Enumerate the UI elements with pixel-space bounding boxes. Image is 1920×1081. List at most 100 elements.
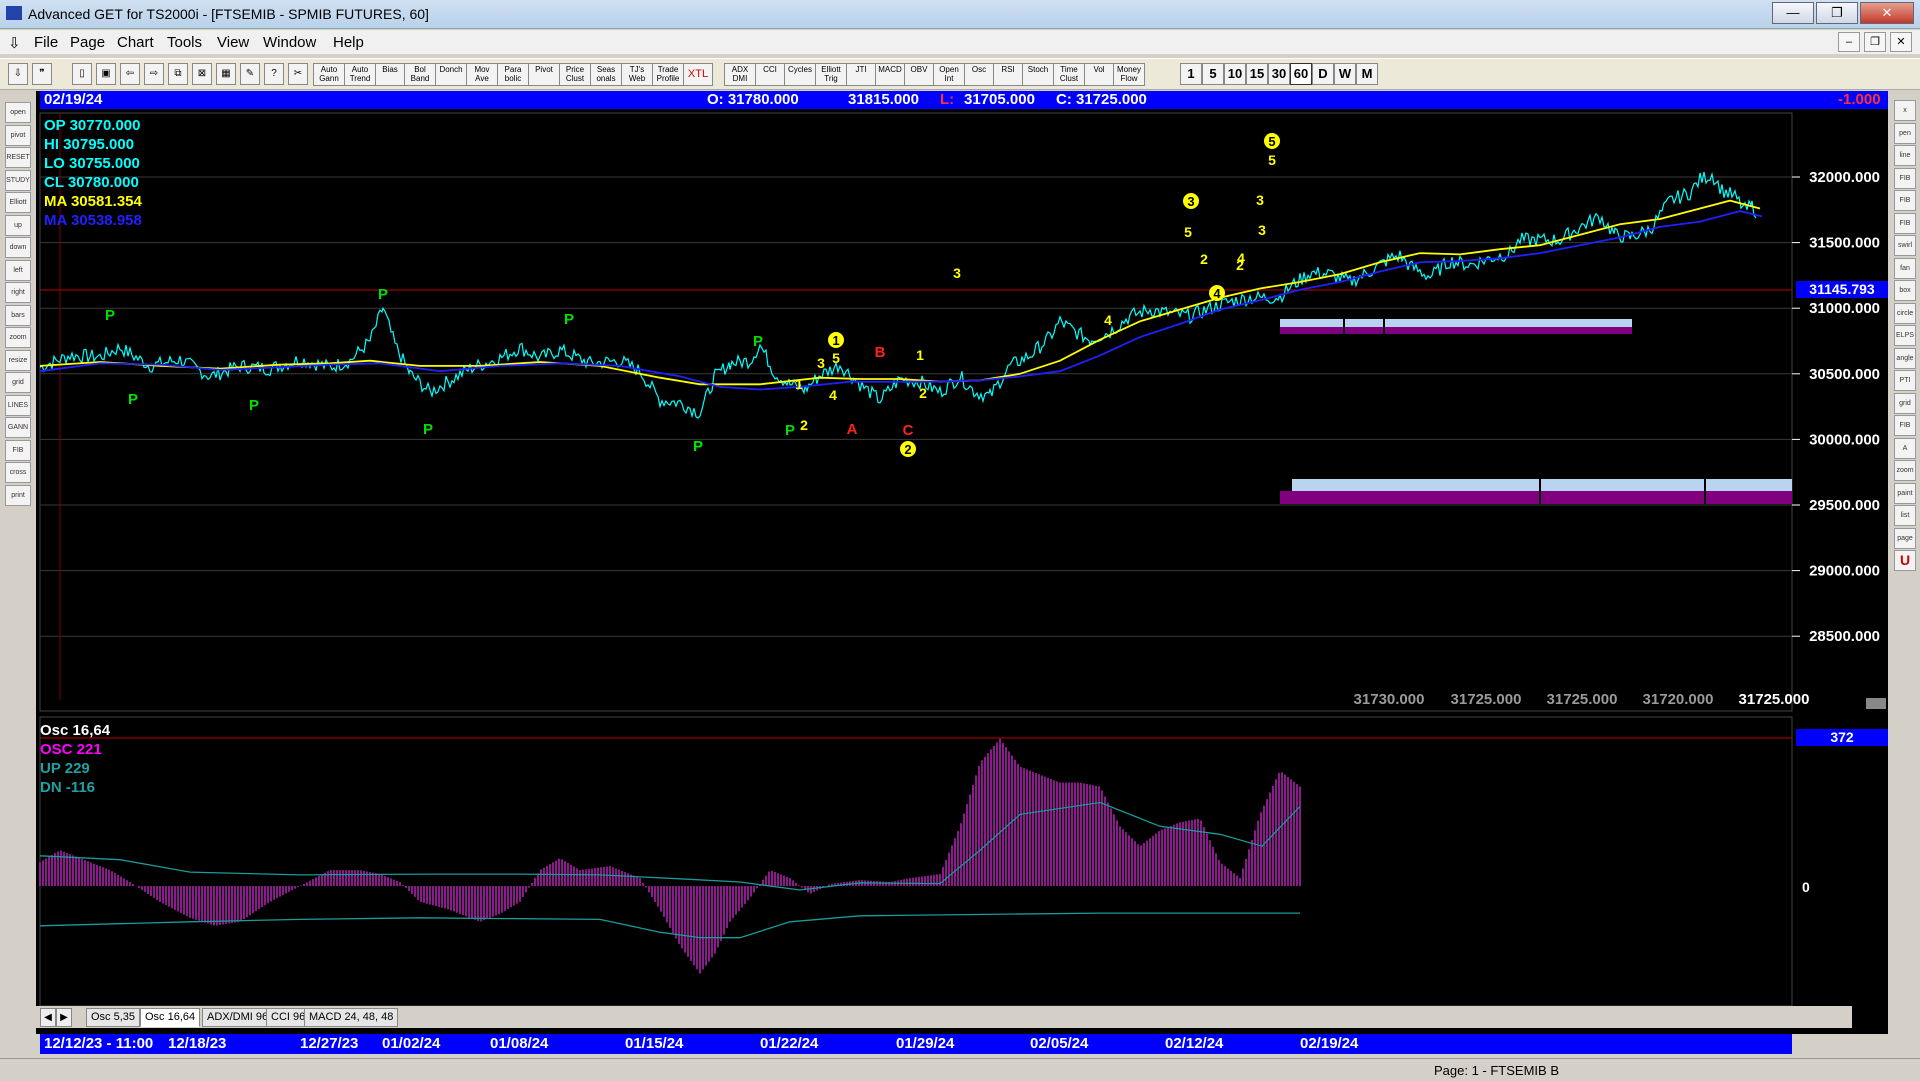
study-button-mov-ave[interactable]: Mov Ave bbox=[466, 63, 498, 86]
toolbar-tool-0[interactable]: ⇩ bbox=[8, 63, 28, 85]
tab-macd[interactable]: MACD 24, 48, 48 bbox=[304, 1008, 399, 1027]
right-tool-circle-icon[interactable]: circle bbox=[1894, 302, 1916, 324]
period-button-w[interactable]: W bbox=[1334, 63, 1356, 85]
left-tool-cross-icon[interactable]: cross bbox=[5, 462, 31, 483]
toolbar-tool-5[interactable]: ⇨ bbox=[144, 63, 164, 85]
right-tool-fib-icon[interactable]: FIB bbox=[1894, 415, 1916, 436]
mdi-close-button[interactable]: ✕ bbox=[1890, 32, 1912, 52]
right-tool-zoom-icon[interactable]: zoom bbox=[1894, 460, 1916, 481]
period-button-10[interactable]: 10 bbox=[1224, 63, 1246, 85]
tab-scroll-left[interactable]: ◀ bbox=[40, 1008, 56, 1027]
study-button-bias[interactable]: Bias bbox=[375, 63, 405, 86]
right-tool-list-icon[interactable]: list bbox=[1894, 505, 1916, 526]
period-button-1[interactable]: 1 bbox=[1180, 63, 1202, 85]
study-button-money-flow[interactable]: Money Flow bbox=[1113, 63, 1145, 86]
study-button-cci[interactable]: CCI bbox=[755, 63, 785, 86]
study-button-auto-gann[interactable]: Auto Gann bbox=[313, 63, 345, 86]
toolbar-tool-10[interactable]: ? bbox=[264, 63, 284, 85]
right-tool-a-icon[interactable]: A bbox=[1894, 437, 1916, 459]
tab-adx-dmi[interactable]: ADX/DMI 96 bbox=[202, 1008, 274, 1027]
price-chart[interactable]: PP PPPPPPPP3 541212345 342352ABC12345 32000… bbox=[36, 109, 1890, 1006]
left-tool-print-icon[interactable]: print bbox=[5, 484, 31, 506]
right-tool-line-icon[interactable]: line bbox=[1894, 145, 1916, 166]
toolbar-tool-8[interactable]: ▦ bbox=[216, 63, 236, 85]
right-tool-paint-icon[interactable]: paint bbox=[1894, 482, 1916, 504]
left-tool-right-icon[interactable]: right bbox=[5, 282, 31, 303]
left-tool-open-icon[interactable]: open bbox=[5, 102, 31, 123]
study-button-time-clust[interactable]: Time Clust bbox=[1053, 63, 1085, 86]
study-button-xtl[interactable]: XTL bbox=[683, 63, 713, 86]
left-tool-pivot-icon[interactable]: pivot bbox=[5, 124, 31, 146]
left-tool-lines-icon[interactable]: LINES bbox=[5, 394, 31, 416]
left-tool-left-icon[interactable]: left bbox=[5, 259, 31, 281]
toolbar-tool-3[interactable]: ▣ bbox=[96, 63, 116, 85]
right-tool-box-icon[interactable]: box bbox=[1894, 280, 1916, 301]
left-tool-zoom-icon[interactable]: zoom bbox=[5, 327, 31, 348]
restore-button[interactable]: ❐ bbox=[1816, 2, 1858, 24]
right-tool-swirl-icon[interactable]: swirl bbox=[1894, 235, 1916, 256]
mdi-minimize-button[interactable]: – bbox=[1838, 32, 1860, 52]
menu-icon[interactable]: ⇩ bbox=[8, 34, 21, 52]
study-button-cycles[interactable]: Cycles bbox=[784, 63, 816, 86]
left-tool-reset-icon[interactable]: RESET bbox=[5, 147, 31, 168]
right-tool-elps-icon[interactable]: ELPS bbox=[1894, 325, 1916, 346]
study-button-open-int[interactable]: Open Int bbox=[933, 63, 965, 86]
right-tool-fib-ret-icon[interactable]: FIB RET bbox=[1894, 167, 1916, 189]
minimize-button[interactable]: — bbox=[1772, 2, 1814, 24]
study-button-elliott-trig[interactable]: Elliott Trig bbox=[815, 63, 847, 86]
study-button-auto-trend[interactable]: Auto Trend bbox=[344, 63, 376, 86]
study-button-donch[interactable]: Donch bbox=[435, 63, 467, 86]
period-button-5[interactable]: 5 bbox=[1202, 63, 1224, 85]
right-tool-fan-icon[interactable]: fan bbox=[1894, 257, 1916, 279]
right-tool-u-icon[interactable]: U bbox=[1894, 550, 1916, 571]
study-button-bol-band[interactable]: Bol Band bbox=[404, 63, 436, 86]
period-button-60[interactable]: 60 bbox=[1290, 63, 1312, 85]
tab-scroll-right[interactable]: ▶ bbox=[56, 1008, 72, 1027]
right-tool-grid-icon[interactable]: grid bbox=[1894, 392, 1916, 414]
menu-page[interactable]: Page bbox=[70, 34, 105, 51]
study-button-pivot[interactable]: Pivot bbox=[528, 63, 560, 86]
study-button-obv[interactable]: OBV bbox=[904, 63, 934, 86]
left-tool-bars-icon[interactable]: bars bbox=[5, 304, 31, 326]
period-button-d[interactable]: D bbox=[1312, 63, 1334, 85]
toolbar-tool-1[interactable]: ❞ bbox=[32, 63, 52, 85]
study-button-adx-dmi[interactable]: ADX DMI bbox=[724, 63, 756, 86]
left-tool-gann-icon[interactable]: GANN bbox=[5, 417, 31, 438]
menu-chart[interactable]: Chart bbox=[117, 34, 154, 51]
study-button-osc[interactable]: Osc bbox=[964, 63, 994, 86]
menu-window[interactable]: Window bbox=[263, 34, 316, 51]
toolbar-tool-4[interactable]: ⇦ bbox=[120, 63, 140, 85]
period-button-m[interactable]: M bbox=[1356, 63, 1378, 85]
mdi-restore-button[interactable]: ❐ bbox=[1864, 32, 1886, 52]
left-tool-down-icon[interactable]: down bbox=[5, 237, 31, 258]
left-tool-grid-icon[interactable]: grid bbox=[5, 372, 31, 393]
study-button-stoch[interactable]: Stoch bbox=[1022, 63, 1054, 86]
right-tool-angle-icon[interactable]: angle bbox=[1894, 347, 1916, 369]
left-tool-up-icon[interactable]: up bbox=[5, 214, 31, 236]
period-button-15[interactable]: 15 bbox=[1246, 63, 1268, 85]
toolbar-tool-6[interactable]: ⧉ bbox=[168, 63, 188, 85]
left-tool-study-icon[interactable]: STUDY bbox=[5, 169, 31, 191]
study-button-vol[interactable]: Vol bbox=[1084, 63, 1114, 86]
tab-osc-16-64[interactable]: Osc 16,64 bbox=[140, 1008, 201, 1027]
tab-osc-5-35[interactable]: Osc 5,35 bbox=[86, 1008, 141, 1027]
study-button-trade-profile[interactable]: Trade Profile bbox=[652, 63, 684, 86]
right-tool-pen-icon[interactable]: pen bbox=[1894, 122, 1916, 144]
right-tool-fib-time-icon[interactable]: FIB TIME bbox=[1894, 212, 1916, 234]
menu-view[interactable]: View bbox=[217, 34, 249, 51]
right-tool-fib-ext-icon[interactable]: FIB EXT bbox=[1894, 190, 1916, 211]
menu-help[interactable]: Help bbox=[333, 34, 364, 51]
right-tool-pti-icon[interactable]: PTI bbox=[1894, 370, 1916, 391]
toolbar-tool-7[interactable]: ⊠ bbox=[192, 63, 212, 85]
study-button-seas-onals[interactable]: Seas onals bbox=[590, 63, 622, 86]
right-tool-page-icon[interactable]: page bbox=[1894, 527, 1916, 549]
study-button-price-clust[interactable]: Price Clust bbox=[559, 63, 591, 86]
period-button-30[interactable]: 30 bbox=[1268, 63, 1290, 85]
left-tool-resize-icon[interactable]: resize bbox=[5, 349, 31, 371]
toolbar-tool-2[interactable]: ▯ bbox=[72, 63, 92, 85]
menu-tools[interactable]: Tools bbox=[167, 34, 202, 51]
left-tool-elliott-icon[interactable]: Elliott bbox=[5, 192, 31, 213]
close-button[interactable]: ✕ bbox=[1860, 2, 1914, 24]
left-tool-fib-icon[interactable]: FIB bbox=[5, 439, 31, 461]
study-button-jti[interactable]: JTI bbox=[846, 63, 876, 86]
